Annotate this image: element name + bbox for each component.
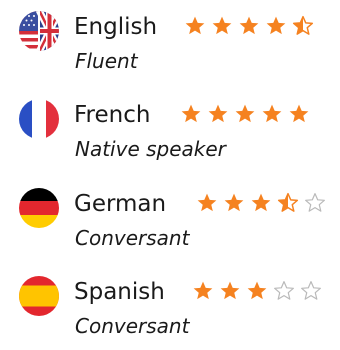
star-empty-icon — [304, 192, 326, 214]
star-full-icon — [288, 103, 310, 125]
star-full-icon — [246, 280, 268, 302]
language-level: Conversant — [75, 314, 190, 338]
language-name: German — [74, 191, 167, 217]
language-name: French — [74, 102, 151, 128]
germany-flag-icon — [18, 187, 60, 229]
language-item-german: German Conversant — [0, 177, 340, 257]
star-full-icon — [180, 103, 202, 125]
spain-flag-icon — [18, 275, 60, 317]
star-empty-icon — [300, 280, 322, 302]
language-item-english: English Fluent — [0, 0, 340, 80]
language-skills-list: English Fluent French Native speaker Ger… — [0, 0, 340, 350]
star-full-icon — [192, 280, 214, 302]
star-half-icon — [277, 192, 299, 214]
language-name: English — [74, 14, 158, 40]
star-full-icon — [250, 192, 272, 214]
language-name: Spanish — [74, 279, 165, 305]
star-full-icon — [196, 192, 218, 214]
language-level: Conversant — [75, 226, 190, 250]
star-full-icon — [211, 15, 233, 37]
star-full-icon — [223, 192, 245, 214]
language-item-spanish: Spanish Conversant — [0, 265, 340, 345]
star-full-icon — [184, 15, 206, 37]
france-flag-icon — [18, 98, 60, 140]
us-uk-flag-icon — [18, 10, 60, 52]
star-full-icon — [261, 103, 283, 125]
star-full-icon — [238, 15, 260, 37]
star-empty-icon — [273, 280, 295, 302]
star-full-icon — [234, 103, 256, 125]
star-full-icon — [265, 15, 287, 37]
language-level: Fluent — [75, 49, 138, 73]
language-level: Native speaker — [75, 137, 226, 161]
star-full-icon — [207, 103, 229, 125]
star-full-icon — [219, 280, 241, 302]
star-half-icon — [292, 15, 314, 37]
language-item-french: French Native speaker — [0, 88, 340, 168]
